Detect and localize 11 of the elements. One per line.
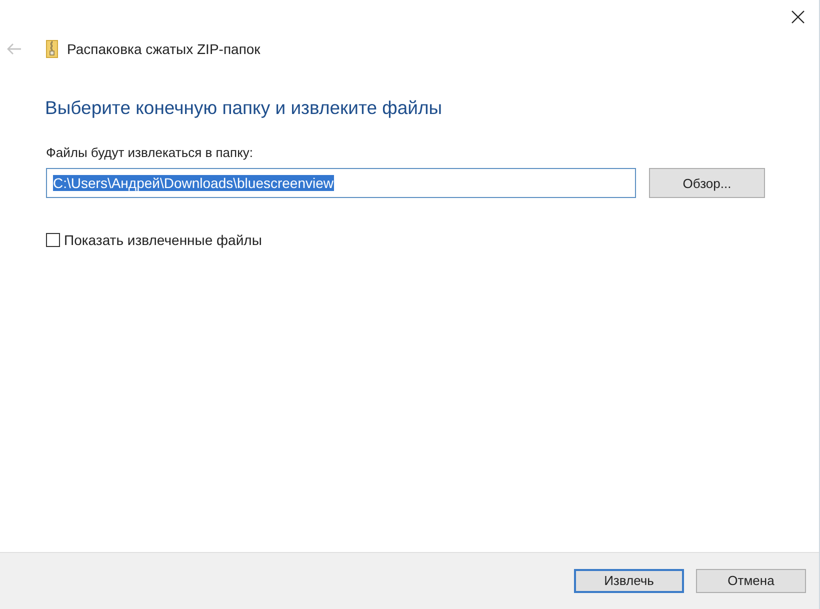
path-field[interactable]: C:\Users\Андрей\Downloads\bluescreenview xyxy=(46,168,636,198)
browse-button[interactable]: Обзор... xyxy=(649,168,765,198)
checkbox-label[interactable]: Показать извлеченные файлы xyxy=(64,232,262,248)
field-label: Файлы будут извлекаться в папку: xyxy=(46,145,254,160)
window-title: Распаковка сжатых ZIP-папок xyxy=(67,41,260,57)
zip-folder-icon xyxy=(46,40,58,58)
checkbox[interactable] xyxy=(46,233,60,247)
cancel-button[interactable]: Отмена xyxy=(696,568,806,592)
page-heading: Выберите конечную папку и извлеките файлы xyxy=(45,97,444,119)
extract-button[interactable]: Извлечь xyxy=(574,568,684,592)
close-icon[interactable] xyxy=(791,10,805,24)
